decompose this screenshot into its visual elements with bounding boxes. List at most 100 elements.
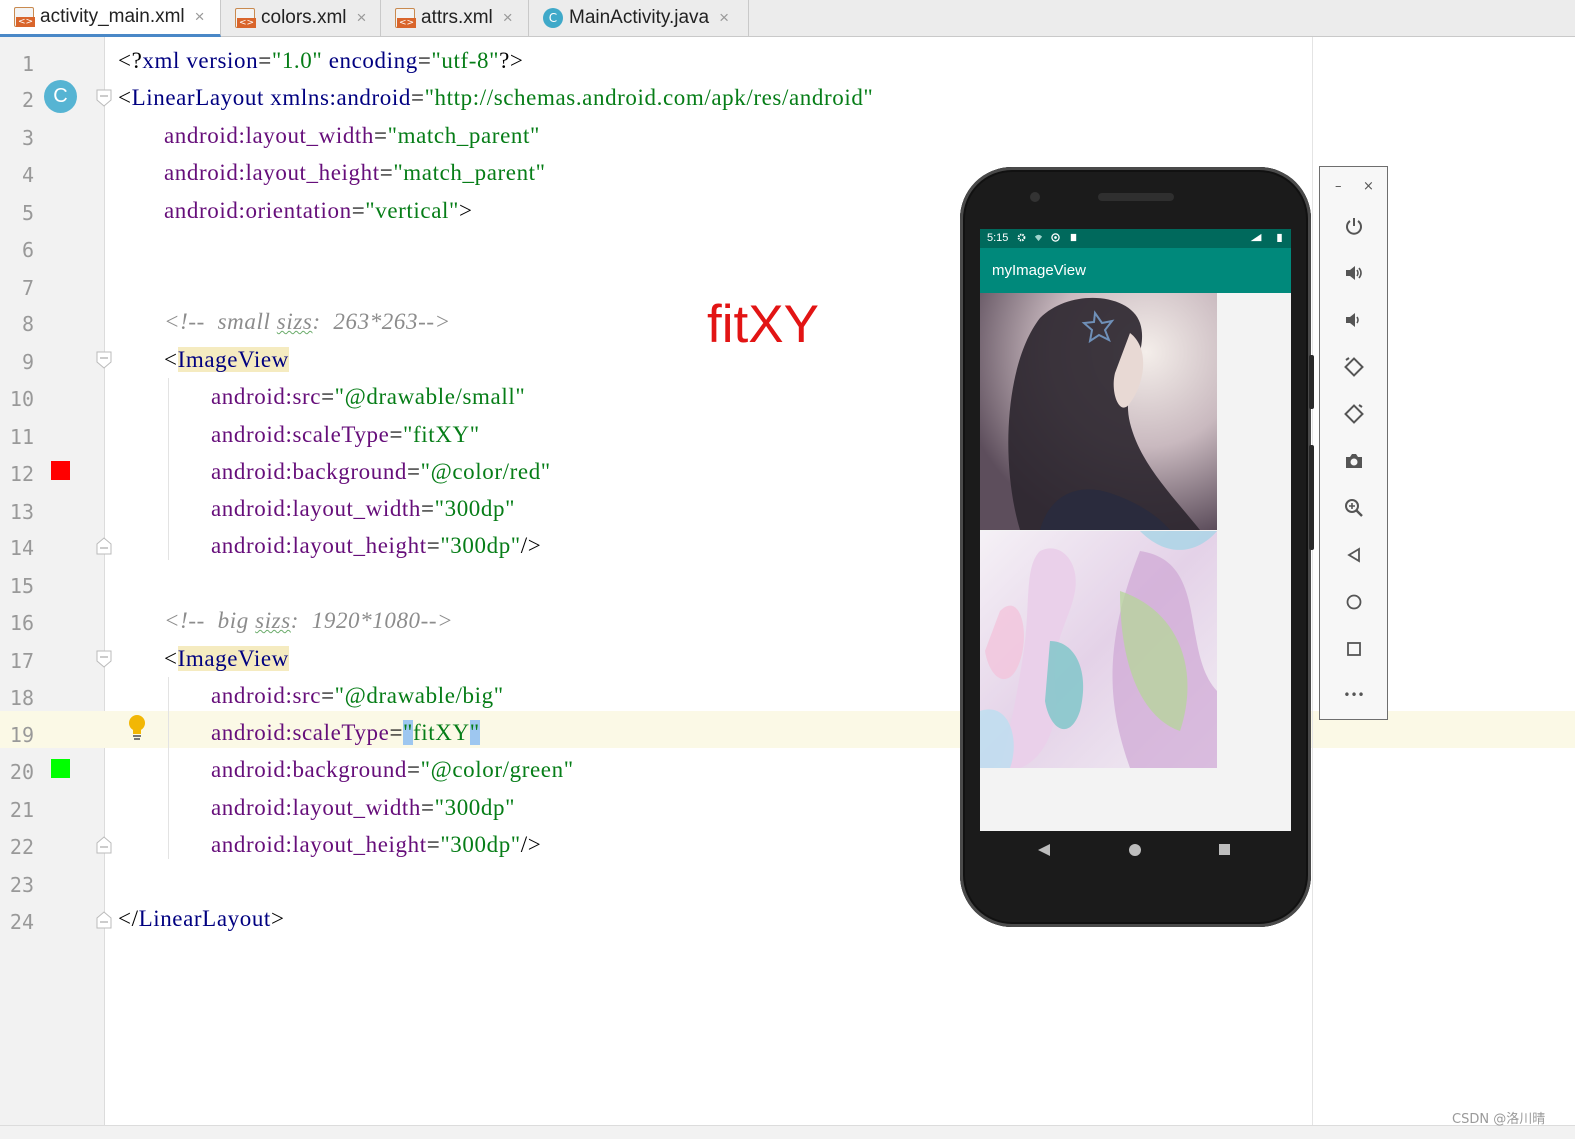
tok: = [421, 795, 435, 820]
tok: xmlns:android [270, 85, 411, 110]
tok: "utf-8" [431, 48, 500, 73]
tab-label: colors.xml [261, 7, 347, 28]
fold-end-icon[interactable] [96, 537, 112, 555]
volume-down-icon [1346, 313, 1359, 327]
front-camera [1030, 192, 1040, 202]
xml-file-icon [395, 8, 417, 28]
tok: android:layout_height [211, 533, 427, 558]
tok: LinearLayout [131, 85, 271, 110]
tok: android:layout_width [211, 496, 422, 521]
code-line-16[interactable]: <!-- big sizs: 1920*1080--> [164, 608, 453, 634]
code-line-24[interactable]: </LinearLayout> [118, 906, 285, 932]
tok: LinearLayout [138, 906, 271, 931]
tok: ImageView [177, 347, 289, 372]
tok: : 263*263--> [312, 309, 451, 334]
code-line-5[interactable]: android:orientation="vertical"> [164, 198, 473, 224]
close-button[interactable]: × [1363, 179, 1374, 194]
line-number: 13 [9, 500, 34, 524]
code-line-4[interactable]: android:layout_height="match_parent" [164, 160, 546, 186]
code-line-14[interactable]: android:layout_height="300dp"/> [211, 533, 541, 559]
tab-close-icon[interactable]: × [719, 8, 729, 28]
volume-up-icon [1346, 266, 1362, 280]
line-number: 3 [21, 126, 34, 150]
tok: "vertical" [365, 198, 459, 223]
tab-colors-xml[interactable]: colors.xml × [221, 0, 381, 36]
status-bar: 5:15 [980, 229, 1291, 248]
tab-close-icon[interactable]: × [195, 7, 205, 27]
class-sync-badge[interactable]: C [44, 80, 77, 113]
color-swatch-green[interactable] [51, 759, 70, 778]
line-number: 5 [21, 201, 34, 225]
tab-activity-main-xml[interactable]: activity_main.xml × [0, 0, 221, 37]
fold-start-icon[interactable] [96, 650, 112, 668]
fold-start-icon[interactable] [96, 89, 112, 107]
code-line-17[interactable]: <ImageView [164, 646, 289, 672]
tok: ?> [499, 48, 524, 73]
screenshot-button[interactable] [1340, 447, 1368, 475]
overview-button[interactable] [1340, 635, 1368, 663]
tok: /> [520, 533, 542, 558]
fold-start-icon[interactable] [96, 351, 112, 369]
code-line-13[interactable]: android:layout_width="300dp" [211, 496, 515, 522]
tab-attrs-xml[interactable]: attrs.xml × [381, 0, 529, 36]
power-button[interactable] [1340, 212, 1368, 240]
minimize-button[interactable]: – [1335, 179, 1342, 194]
color-swatch-red[interactable] [51, 461, 70, 480]
tok: = [389, 422, 404, 447]
tok: "300dp" [440, 533, 521, 558]
tab-label: activity_main.xml [40, 6, 185, 27]
home-button[interactable] [1340, 588, 1368, 616]
tok: " [403, 720, 414, 745]
code-line-22[interactable]: android:layout_height="300dp"/> [211, 832, 541, 858]
tok: "http://schemas.android.com/apk/res/andr… [424, 85, 874, 110]
code-line-3[interactable]: android:layout_width="match_parent" [164, 123, 540, 149]
code-line-10[interactable]: android:src="@drawable/small" [211, 384, 525, 410]
code-line-12[interactable]: android:background="@color/red" [211, 459, 551, 485]
code-line-2[interactable]: <LinearLayout xmlns:android="http://sche… [118, 85, 873, 111]
tok: "300dp" [434, 496, 516, 521]
emulator-screen[interactable]: 5:15 myImageView [980, 229, 1291, 831]
code-line-8[interactable]: <!-- small sizs: 263*263--> [164, 309, 451, 335]
intention-bulb-icon[interactable] [128, 714, 146, 742]
settings-icon [1017, 233, 1026, 242]
tok: < [164, 347, 178, 372]
code-line-18[interactable]: android:src="@drawable/big" [211, 683, 504, 709]
tok: ImageView [177, 646, 289, 671]
tok: < [164, 646, 178, 671]
tok: > [459, 198, 473, 223]
rotate-right-button[interactable] [1340, 400, 1368, 428]
line-number: 21 [9, 798, 34, 822]
code-line-11[interactable]: android:scaleType="fitXY" [211, 422, 480, 448]
camera-icon [1346, 454, 1362, 468]
line-number: 10 [9, 387, 34, 411]
tab-close-icon[interactable]: × [503, 8, 513, 28]
nav-overview-icon [1219, 844, 1230, 855]
fold-end-icon[interactable] [96, 911, 112, 929]
volume-up-button[interactable] [1340, 259, 1368, 287]
rotate-left-button[interactable] [1340, 353, 1368, 381]
more-button[interactable]: ••• [1340, 681, 1368, 709]
editor-bottom-bar [0, 1125, 1575, 1139]
code-line-19[interactable]: android:scaleType="fitXY" [211, 720, 480, 746]
line-number: 11 [9, 425, 34, 449]
code-line-20[interactable]: android:background="@color/green" [211, 757, 574, 783]
code-line-9[interactable]: <ImageView [164, 347, 289, 373]
line-number: 7 [21, 276, 34, 300]
zoom-button[interactable] [1340, 494, 1368, 522]
tok: = [421, 496, 435, 521]
fold-end-icon[interactable] [96, 836, 112, 854]
code-line-1[interactable]: <?xml version="1.0" encoding="utf-8"?> [118, 48, 523, 74]
code-line-21[interactable]: android:layout_width="300dp" [211, 795, 515, 821]
tok: android:layout_width [211, 795, 422, 820]
tok: version [186, 48, 259, 73]
tab-main-activity-java[interactable]: C MainActivity.java × [529, 0, 749, 36]
tok: android:layout_height [211, 832, 427, 857]
tab-close-icon[interactable]: × [357, 8, 367, 28]
line-number: 23 [9, 873, 34, 897]
tab-label: attrs.xml [421, 7, 493, 28]
phone-volume-key [1309, 445, 1314, 550]
volume-down-button[interactable] [1340, 306, 1368, 334]
sync-icon [1051, 233, 1060, 242]
back-button[interactable] [1340, 541, 1368, 569]
app-bar: myImageView [980, 248, 1291, 293]
